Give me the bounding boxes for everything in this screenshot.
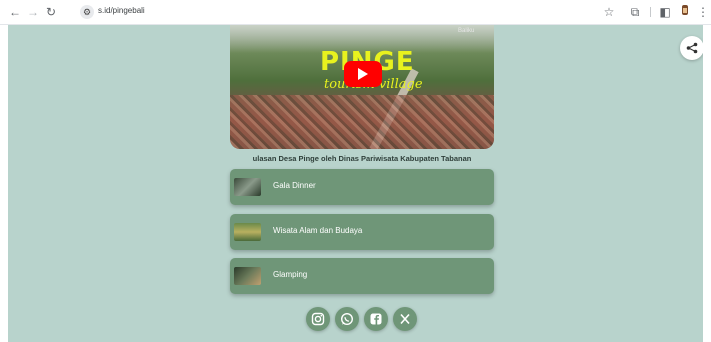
forward-icon[interactable]: → <box>24 3 42 21</box>
facebook-icon <box>370 313 382 325</box>
channel-tag: Baliku <box>458 28 475 34</box>
wisata-alam-thumbnail <box>234 223 261 241</box>
address-bar[interactable]: ⚙ s.id/pingebali <box>76 3 596 21</box>
back-icon[interactable]: ← <box>6 3 24 21</box>
link-gala-dinner[interactable]: Gala Dinner <box>230 169 494 205</box>
extensions-icon[interactable]: ⧉ <box>626 3 644 21</box>
video-village <box>230 95 494 149</box>
link-label: Glamping <box>273 270 308 279</box>
toolbar-divider <box>650 7 651 17</box>
page-content: Baliku PINGE tourism village ulasan Desa… <box>8 25 703 342</box>
link-label: Gala Dinner <box>273 181 316 190</box>
play-icon <box>358 68 368 80</box>
site-info-icon[interactable]: ⚙ <box>80 5 94 19</box>
x-button[interactable] <box>393 307 417 331</box>
instagram-icon <box>311 312 325 326</box>
link-label: Wisata Alam dan Budaya <box>273 226 363 235</box>
url-text[interactable]: s.id/pingebali <box>98 6 145 15</box>
share-button[interactable] <box>680 36 703 60</box>
browser-toolbar: ← → ↻ ⚙ s.id/pingebali ☆ ⧉ ◧ ⋮ <box>0 0 711 25</box>
facebook-button[interactable] <box>364 307 388 331</box>
link-wisata-alam-dan-budaya[interactable]: Wisata Alam dan Budaya <box>230 214 494 250</box>
social-links <box>306 307 418 331</box>
x-icon <box>400 313 410 325</box>
menu-icon[interactable]: ⋮ <box>694 3 711 21</box>
link-glamping[interactable]: Glamping <box>230 258 494 294</box>
share-icon <box>686 42 698 54</box>
whatsapp-button[interactable] <box>335 307 359 331</box>
gala-dinner-thumbnail <box>234 178 261 196</box>
glamping-thumbnail <box>234 267 261 285</box>
whatsapp-icon <box>340 312 354 326</box>
youtube-video-embed[interactable]: Baliku PINGE tourism village <box>230 25 494 149</box>
sidebar-icon[interactable]: ◧ <box>656 3 674 21</box>
star-icon[interactable]: ☆ <box>600 3 618 21</box>
reload-icon[interactable]: ↻ <box>42 3 60 21</box>
profile-icon[interactable] <box>676 3 694 21</box>
instagram-button[interactable] <box>306 307 330 331</box>
play-button[interactable] <box>344 61 382 87</box>
video-caption: ulasan Desa Pinge oleh Dinas Pariwisata … <box>252 154 472 163</box>
